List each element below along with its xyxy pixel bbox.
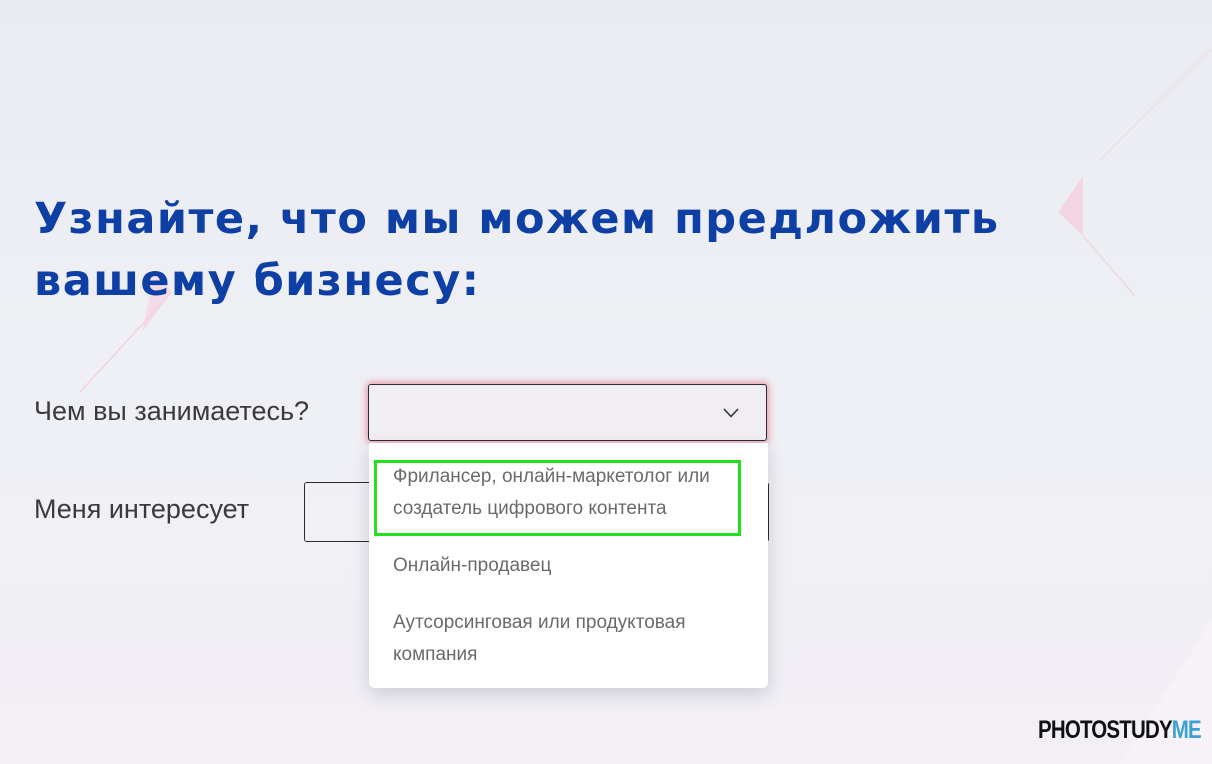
- dropdown-option-online-seller[interactable]: Онлайн-продавец: [393, 550, 743, 582]
- business-type-select[interactable]: [368, 384, 767, 441]
- page-title: Узнайте, что мы можем предложить вашему …: [34, 194, 1000, 306]
- dropdown-option-freelancer[interactable]: Фрилансер, онлайн-маркетолог или создате…: [393, 461, 743, 525]
- watermark-text-main: PHOTOSTUDY: [1038, 716, 1173, 744]
- watermark-logo: PHOTOSTUDYME: [1038, 716, 1202, 745]
- chevron-down-icon: [723, 408, 739, 418]
- business-type-label: Чем вы занимаетесь?: [34, 396, 310, 426]
- dropdown-option-company[interactable]: Аутсорсинговая или продуктовая компания: [393, 607, 743, 671]
- interest-label: Меня интересует: [34, 494, 250, 524]
- watermark-text-accent: ME: [1171, 716, 1202, 744]
- business-type-dropdown: Фрилансер, онлайн-маркетолог или создате…: [369, 443, 768, 688]
